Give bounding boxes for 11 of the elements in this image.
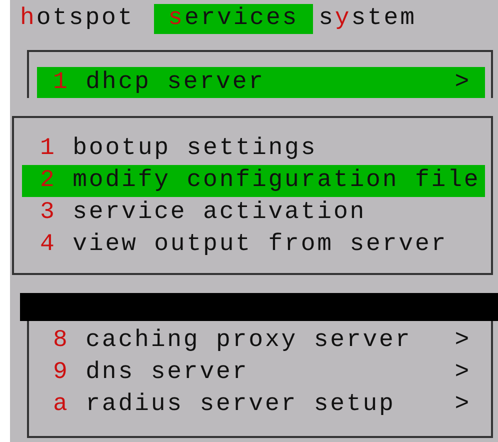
menu-item[interactable]: a radius server setup > — [37, 389, 485, 421]
menu-item[interactable]: 1 dhcp server > — [37, 67, 485, 98]
submenu-item[interactable]: 3 service activation — [22, 197, 485, 229]
submenu-item[interactable]: 4 view output from server — [22, 229, 485, 261]
menu-bar-item[interactable]: h otspot — [20, 4, 148, 34]
menu-bar-item[interactable]: system — [318, 4, 430, 34]
submenu-item[interactable]: 2 modify configuration file — [22, 165, 485, 197]
submenu-item[interactable]: 1 bootup settings — [22, 133, 485, 165]
menu-item[interactable]: 9 dns server > — [37, 357, 485, 389]
menu-bar-item[interactable]: s ervices — [154, 4, 313, 34]
menu-item[interactable]: 8 caching proxy server > — [37, 325, 485, 357]
